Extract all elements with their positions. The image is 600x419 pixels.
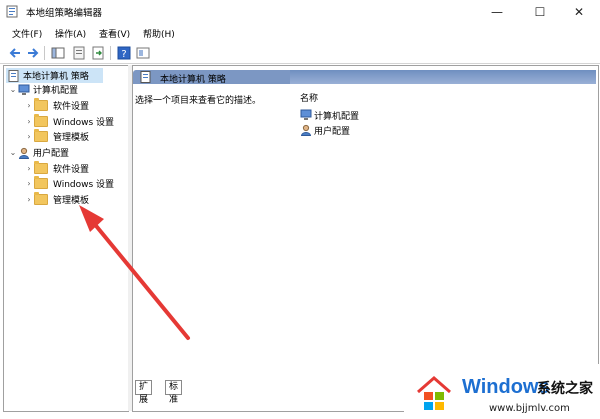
tree-root-label: 本地计算机 策略 xyxy=(23,72,89,82)
back-icon[interactable] xyxy=(8,46,22,60)
tree-item-label: 管理模板 xyxy=(53,196,90,206)
user-icon xyxy=(300,124,312,136)
user-icon xyxy=(18,147,30,159)
tree-computer-label: 计算机配置 xyxy=(33,86,79,96)
watermark-url: www.bjjmlv.com xyxy=(489,403,570,414)
chevron-right-icon[interactable]: › xyxy=(24,164,34,173)
chevron-down-icon[interactable]: ⌄ xyxy=(8,148,18,157)
details-header-gradient xyxy=(290,70,596,84)
help-icon[interactable]: ? xyxy=(117,46,131,60)
description-text: 选择一个项目来查看它的描述。 xyxy=(135,96,262,106)
windows-logo-icon xyxy=(417,376,451,410)
show-hide-tree-icon[interactable] xyxy=(51,46,65,60)
policy-document-icon xyxy=(140,71,151,83)
window-title: 本地组策略编辑器 xyxy=(26,8,103,19)
chevron-right-icon[interactable]: › xyxy=(24,179,34,188)
chevron-down-icon[interactable]: ⌄ xyxy=(8,85,18,94)
filter-icon[interactable] xyxy=(136,46,150,60)
list-item-computer-config[interactable]: 计算机配置 xyxy=(300,108,359,122)
computer-icon xyxy=(18,84,30,95)
toolbar-separator xyxy=(44,46,45,60)
minimize-button[interactable]: — xyxy=(480,0,514,24)
tree-item-label: Windows 设置 xyxy=(53,118,115,128)
tree-item-computer-software[interactable]: › 软件设置 xyxy=(24,98,89,113)
tree-user-config[interactable]: ⌄ 用户配置 xyxy=(8,145,69,160)
tree-computer-config[interactable]: ⌄ 计算机配置 xyxy=(8,82,78,97)
tree-item-user-windows[interactable]: › Windows 设置 xyxy=(24,176,114,191)
folder-icon xyxy=(34,161,48,174)
tree-item-computer-admin[interactable]: › 管理模板 xyxy=(24,129,89,144)
tree-root[interactable]: 本地计算机 策略 xyxy=(6,68,103,83)
folder-icon xyxy=(34,176,48,189)
toolbar-separator xyxy=(110,46,111,60)
close-button[interactable]: ✕ xyxy=(562,0,596,24)
toolbar: ? xyxy=(0,43,600,64)
list-item-user-config[interactable]: 用户配置 xyxy=(300,123,350,137)
tree-user-label: 用户配置 xyxy=(33,149,70,159)
column-header-name[interactable]: 名称 xyxy=(300,91,318,104)
group-policy-editor-window: 本地组策略编辑器 — ☐ ✕ 文件(F) 操作(A) 查看(V) 帮助(H) ?… xyxy=(0,0,600,419)
menu-view[interactable]: 查看(V) xyxy=(99,27,130,40)
tree-item-computer-windows[interactable]: › Windows 设置 xyxy=(24,114,114,129)
tree-item-label: 软件设置 xyxy=(53,165,90,175)
properties-icon[interactable] xyxy=(72,46,86,60)
menu-file[interactable]: 文件(F) xyxy=(12,27,42,40)
menu-help[interactable]: 帮助(H) xyxy=(143,27,175,40)
chevron-right-icon[interactable]: › xyxy=(24,101,34,110)
folder-icon xyxy=(34,98,48,111)
export-list-icon[interactable] xyxy=(91,46,105,60)
computer-icon xyxy=(300,109,312,120)
chevron-right-icon[interactable]: › xyxy=(24,117,34,126)
list-item-label: 计算机配置 xyxy=(314,111,360,122)
tree-item-label: 管理模板 xyxy=(53,133,90,143)
tree-item-user-software[interactable]: › 软件设置 xyxy=(24,161,89,176)
maximize-button[interactable]: ☐ xyxy=(523,0,557,24)
policy-document-icon xyxy=(8,69,19,82)
details-header-title: 本地计算机 策略 xyxy=(160,75,226,85)
details-pane xyxy=(132,65,599,412)
list-item-label: 用户配置 xyxy=(314,126,351,137)
watermark: Windows 系统之家 www.bjjmlv.com xyxy=(404,364,600,419)
watermark-subtitle: 系统之家 xyxy=(537,381,593,397)
menu-bar: 文件(F) 操作(A) 查看(V) 帮助(H) xyxy=(0,25,600,42)
menu-action[interactable]: 操作(A) xyxy=(55,27,86,40)
forward-icon[interactable] xyxy=(26,46,40,60)
tree-item-label: 软件设置 xyxy=(53,102,90,112)
title-bar[interactable]: 本地组策略编辑器 — ☐ ✕ xyxy=(0,0,600,24)
folder-icon xyxy=(34,114,48,127)
tree-item-user-admin[interactable]: › 管理模板 xyxy=(24,192,89,207)
chevron-right-icon[interactable]: › xyxy=(24,132,34,141)
folder-icon xyxy=(34,129,48,142)
app-icon xyxy=(6,5,18,18)
chevron-right-icon[interactable]: › xyxy=(24,195,34,204)
svg-text:?: ? xyxy=(121,49,126,60)
tree-item-label: Windows 设置 xyxy=(53,180,115,190)
tab-standard[interactable]: 标准 xyxy=(165,380,183,405)
folder-icon xyxy=(34,192,48,205)
tab-extended[interactable]: 扩展 xyxy=(135,380,153,405)
